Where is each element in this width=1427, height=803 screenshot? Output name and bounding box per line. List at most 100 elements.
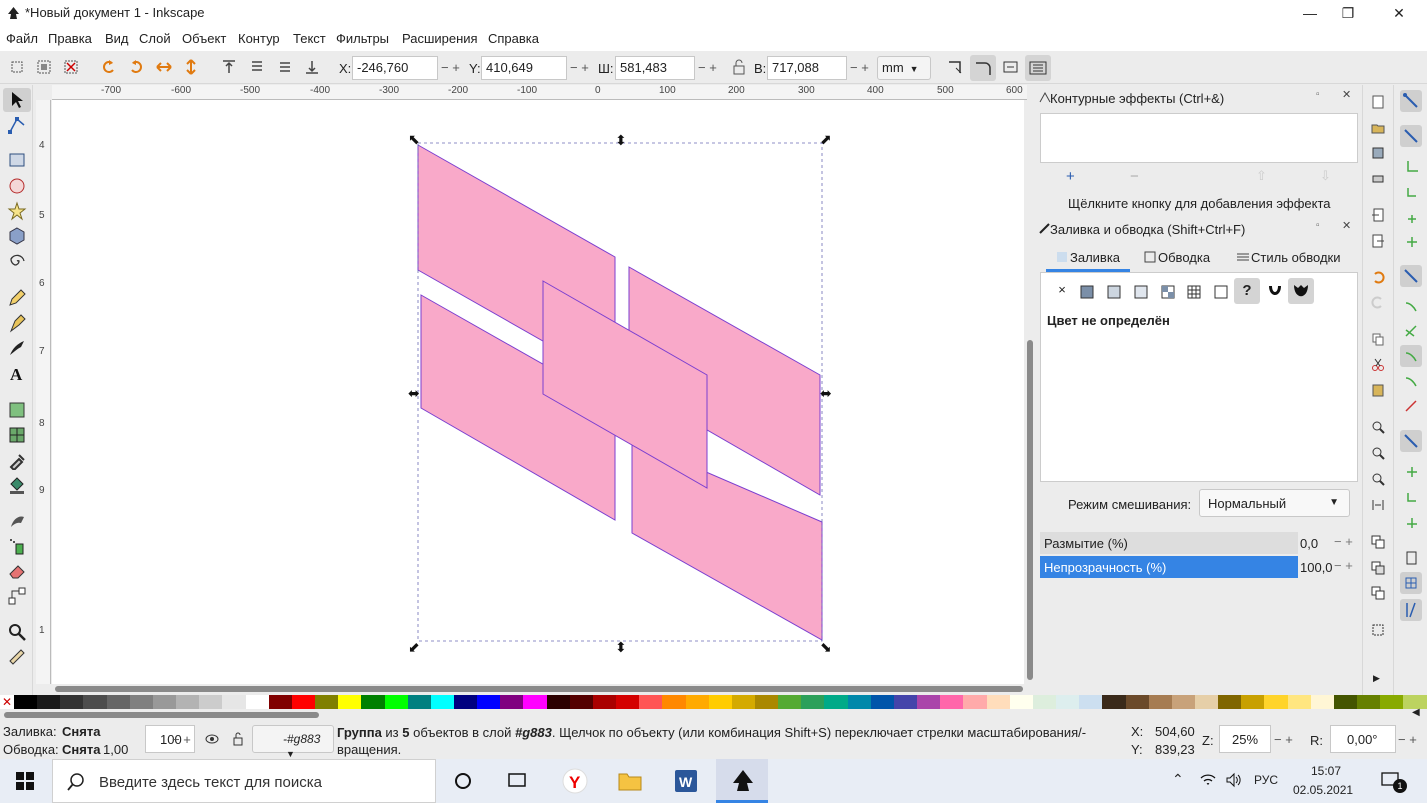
eraser-tool-icon[interactable] — [7, 561, 27, 581]
palette-swatch[interactable] — [477, 695, 501, 709]
move-gradients-icon[interactable] — [1002, 58, 1020, 76]
palette-swatch[interactable] — [1333, 695, 1358, 709]
menu-extensions[interactable]: Расширения — [402, 31, 478, 46]
selection-handle-sw[interactable]: ⬋ — [408, 640, 420, 656]
snap-midpoints-icon[interactable] — [1400, 395, 1422, 417]
snap-cusp-toggle[interactable] — [1400, 345, 1422, 367]
palette-swatch[interactable] — [639, 695, 663, 709]
palette-swatch[interactable] — [523, 695, 547, 709]
yandex-browser-icon[interactable]: Y — [562, 768, 588, 794]
selector-tool-icon[interactable] — [7, 90, 27, 110]
snap-text-baseline-icon[interactable] — [1400, 510, 1422, 532]
3d-box-tool-icon[interactable] — [7, 226, 27, 246]
menu-filters[interactable]: Фильтры — [336, 31, 389, 46]
mesh-gradient-icon[interactable] — [1158, 282, 1178, 302]
ellipse-tool-icon[interactable] — [7, 176, 27, 196]
fill-panel-float-button[interactable]: ▫ — [1316, 220, 1320, 231]
gradient-tool-icon[interactable] — [7, 400, 27, 420]
rotate-ccw-icon[interactable] — [100, 58, 118, 76]
snap-bbox-edges-icon[interactable] — [1400, 155, 1422, 177]
snap-page-icon[interactable] — [1400, 547, 1422, 569]
menu-layer[interactable]: Слой — [139, 31, 171, 46]
palette-menu-icon[interactable]: ◀ — [1412, 707, 1420, 718]
cut-icon[interactable] — [1371, 358, 1385, 372]
palette-swatch[interactable] — [1287, 695, 1311, 709]
x-field[interactable]: -246,760 — [352, 56, 438, 80]
zoom-selection-icon[interactable] — [1371, 420, 1385, 434]
spray-tool-icon[interactable] — [7, 536, 27, 556]
text-tool-icon[interactable]: A — [7, 363, 27, 383]
clock-date[interactable]: 02.05.2021 — [1293, 783, 1353, 797]
palette-swatch[interactable] — [1056, 695, 1080, 709]
duplicate-icon[interactable] — [1371, 535, 1385, 549]
import-icon[interactable] — [1371, 208, 1385, 222]
drawing-svg[interactable]: ⬉ ⬍ ⬈ ⬌ ⬌ ⬋ ⬍ ⬊ — [52, 100, 1024, 684]
task-view-icon[interactable] — [506, 771, 528, 791]
blend-mode-select[interactable]: Нормальный ▼ — [1199, 489, 1350, 517]
palette-swatch[interactable] — [940, 695, 964, 709]
no-color-swatch[interactable]: ✕ — [0, 695, 14, 709]
connector-tool-icon[interactable] — [7, 586, 27, 606]
palette-swatch[interactable] — [870, 695, 894, 709]
lower-icon[interactable] — [276, 58, 294, 76]
palette-swatch[interactable] — [1241, 695, 1265, 709]
palette-swatch[interactable] — [1380, 695, 1404, 709]
drawing-canvas[interactable]: ⬉ ⬍ ⬈ ⬌ ⬌ ⬋ ⬍ ⬊ — [52, 100, 1024, 684]
palette-swatch[interactable] — [430, 695, 454, 709]
measure-tool-icon[interactable] — [7, 647, 27, 667]
palette-swatch[interactable] — [616, 695, 640, 709]
palette-swatch[interactable] — [893, 695, 918, 709]
y-stepper[interactable]: − + — [570, 60, 589, 75]
snap-paths-icon[interactable] — [1400, 295, 1422, 317]
palette-swatch[interactable] — [1194, 695, 1219, 709]
menu-object[interactable]: Объект — [182, 31, 226, 46]
unset-paint-button[interactable]: ? — [1234, 278, 1260, 304]
fill-rule-evenodd-icon[interactable] — [1265, 282, 1285, 302]
tab-fill-label[interactable]: Заливка — [1070, 250, 1120, 265]
lower-to-bottom-icon[interactable] — [303, 58, 321, 76]
swatch-icon[interactable] — [1211, 282, 1231, 302]
selection-handle-w[interactable]: ⬌ — [408, 386, 420, 402]
clone-icon[interactable] — [1371, 561, 1385, 575]
flip-vertical-icon[interactable] — [182, 58, 200, 76]
wifi-icon[interactable] — [1199, 772, 1217, 788]
horizontal-scrollbar[interactable] — [52, 684, 1024, 694]
palette-swatch[interactable] — [222, 695, 246, 709]
select-all-icon[interactable] — [8, 58, 26, 76]
menu-text[interactable]: Текст — [293, 31, 326, 46]
palette-swatch[interactable] — [592, 695, 617, 709]
cortana-icon[interactable] — [453, 771, 473, 791]
radial-gradient-icon[interactable] — [1131, 282, 1151, 302]
clock-time[interactable]: 15:07 — [1311, 764, 1341, 778]
file-explorer-icon[interactable] — [617, 769, 643, 793]
rectangle-tool-icon[interactable] — [7, 150, 27, 170]
raise-to-top-icon[interactable] — [220, 58, 238, 76]
width-stepper[interactable]: − + — [698, 60, 717, 75]
blur-stepper[interactable]: − + — [1334, 534, 1353, 549]
palette-swatch[interactable] — [755, 695, 779, 709]
palette-swatch[interactable] — [917, 695, 941, 709]
language-indicator[interactable]: РУС — [1254, 773, 1278, 787]
palette-swatch[interactable] — [268, 695, 292, 709]
close-button[interactable]: ✕ — [1376, 0, 1422, 27]
snap-nodes-toggle[interactable] — [1400, 265, 1422, 287]
dropper-tool-icon[interactable] — [7, 450, 27, 470]
selection-handle-n[interactable]: ⬍ — [615, 133, 627, 149]
paste-icon[interactable] — [1371, 383, 1385, 397]
palette-swatch[interactable] — [152, 695, 177, 709]
zoom-page-width-icon[interactable] — [1371, 498, 1385, 512]
y-field[interactable]: 410,649 — [481, 56, 567, 80]
palette-swatch[interactable] — [1310, 695, 1334, 709]
lpe-panel-close-button[interactable]: ✕ — [1342, 88, 1351, 101]
snap-bbox-corners-icon[interactable] — [1400, 180, 1422, 202]
rotate-cw-icon[interactable] — [127, 58, 145, 76]
calligraphy-tool-icon[interactable] — [7, 338, 27, 358]
snap-center-icon[interactable] — [1400, 460, 1422, 482]
group-icon[interactable] — [1371, 623, 1385, 637]
snap-grid-toggle[interactable] — [1400, 572, 1422, 594]
palette-swatch[interactable] — [338, 695, 362, 709]
palette-swatch[interactable] — [986, 695, 1010, 709]
layer-lock-icon[interactable] — [232, 732, 244, 746]
taskbar-search-box[interactable]: Введите здесь текст для поиска — [52, 759, 436, 803]
width-field[interactable]: 581,483 — [615, 56, 695, 80]
